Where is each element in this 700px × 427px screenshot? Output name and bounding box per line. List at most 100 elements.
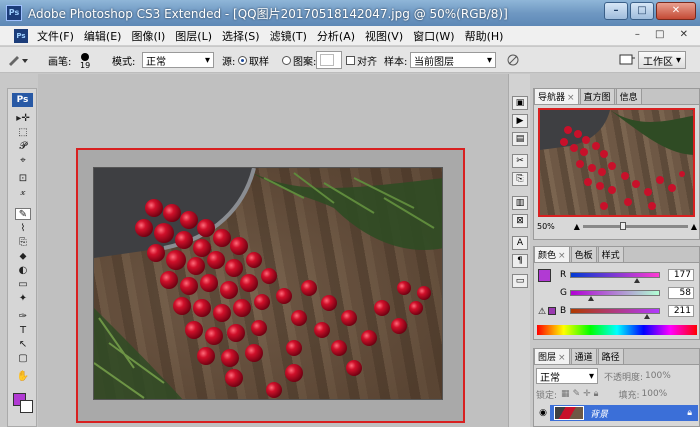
brush-preset-picker[interactable]: 19 bbox=[80, 47, 90, 73]
lock-all-icon[interactable]: 🔒︎ bbox=[594, 389, 599, 399]
stamp-tool-icon[interactable]: ⎘ bbox=[15, 237, 31, 249]
zoom-slider[interactable] bbox=[582, 221, 688, 230]
tab-channels[interactable]: 通道 bbox=[570, 348, 597, 364]
blend-mode-dropdown[interactable]: 正常 ▾ bbox=[536, 368, 598, 384]
lock-position-icon[interactable]: ✛ bbox=[583, 389, 591, 399]
eye-icon[interactable]: ◉ bbox=[536, 405, 550, 421]
tools-panel: Ps ▸✛ ⬚ 𝓟 ⌖ ⊡ 𝓍 ✎ ⌇ ⎘ ⬥ ◐ ▭ ✦ ✑ T ↖ ▢ ✋ bbox=[7, 88, 37, 427]
red-slider[interactable] bbox=[570, 272, 660, 278]
clone-source-icon[interactable]: ⎘ bbox=[512, 172, 528, 186]
menu-select[interactable]: 选择(S) bbox=[217, 28, 265, 44]
move-tool-icon[interactable]: ▸✛ bbox=[15, 113, 31, 125]
tab-histogram[interactable]: 直方图 bbox=[579, 88, 615, 104]
path-selection-tool-icon[interactable]: ↖ bbox=[15, 339, 31, 351]
menu-window[interactable]: 窗口(W) bbox=[408, 28, 459, 44]
opacity-value[interactable]: 100% bbox=[645, 371, 671, 381]
zoom-in-icon[interactable]: ▲ bbox=[691, 222, 697, 231]
color-foreground-swatch[interactable] bbox=[538, 269, 551, 282]
sample-dropdown[interactable]: 当前图层 ▾ bbox=[410, 52, 496, 68]
zoom-percent[interactable]: 50% bbox=[537, 222, 555, 231]
blue-slider-knob[interactable] bbox=[644, 314, 650, 319]
menu-analysis[interactable]: 分析(A) bbox=[312, 28, 360, 44]
tool-presets-icon[interactable]: ✂ bbox=[512, 154, 528, 168]
history-panel-icon[interactable]: ▤ bbox=[512, 132, 528, 146]
tab-styles[interactable]: 样式 bbox=[597, 246, 624, 262]
magic-wand-tool-icon[interactable]: ⌖ bbox=[15, 155, 31, 167]
menu-layer[interactable]: 图层(L) bbox=[170, 28, 217, 44]
history-brush-tool-icon[interactable]: ⬥ bbox=[15, 251, 31, 263]
color-spectrum-bar[interactable] bbox=[537, 325, 697, 335]
menu-image[interactable]: 图像(I) bbox=[126, 28, 170, 44]
info-panel-icon[interactable]: ▭ bbox=[512, 274, 528, 288]
shape-tool-icon[interactable]: ▢ bbox=[15, 353, 31, 365]
close-button[interactable]: ✕ bbox=[656, 2, 696, 20]
clone-stamp-preset-icon[interactable] bbox=[6, 47, 32, 73]
paragraph-panel-icon[interactable]: ¶ bbox=[512, 254, 528, 268]
minimize-button[interactable]: – bbox=[604, 2, 628, 20]
gamut-warning-icon[interactable]: ⚠ bbox=[538, 307, 546, 317]
screen-mode-icon[interactable] bbox=[618, 47, 636, 73]
mode-dropdown[interactable]: 正常 ▾ bbox=[142, 52, 214, 68]
type-tool-icon[interactable]: T bbox=[15, 325, 31, 337]
zoom-slider-knob[interactable] bbox=[619, 221, 626, 230]
eraser-tool-icon[interactable]: ◐ bbox=[15, 265, 31, 277]
tab-swatches[interactable]: 色板 bbox=[570, 246, 597, 262]
blue-value-field[interactable]: 211 bbox=[668, 305, 694, 317]
actions-panel-icon[interactable]: ▶ bbox=[512, 114, 528, 128]
menu-help[interactable]: 帮助(H) bbox=[460, 28, 509, 44]
color-tabs: 颜色 × 色板 样式 bbox=[534, 246, 699, 263]
close-icon[interactable]: × bbox=[558, 353, 566, 363]
tab-layers[interactable]: 图层 × bbox=[534, 348, 570, 364]
green-value-field[interactable]: 58 bbox=[668, 287, 694, 299]
tab-navigator[interactable]: 导航器 × bbox=[534, 88, 579, 104]
fill-value[interactable]: 100% bbox=[642, 389, 668, 399]
lock-transparent-icon[interactable]: ▦ bbox=[561, 389, 570, 399]
source-sampled-radio[interactable]: 取样 bbox=[238, 47, 269, 73]
lock-pixels-icon[interactable]: ✎ bbox=[573, 389, 581, 399]
pen-tool-icon[interactable]: ✑ bbox=[15, 311, 31, 323]
tab-color[interactable]: 颜色 × bbox=[534, 246, 570, 262]
source-pattern-radio[interactable]: 图案: bbox=[282, 47, 316, 73]
source-sampled-label: 取样 bbox=[249, 56, 269, 68]
menu-filter[interactable]: 滤镜(T) bbox=[265, 28, 312, 44]
crop-tool-icon[interactable]: ⊡ bbox=[15, 173, 31, 185]
menu-edit[interactable]: 编辑(E) bbox=[79, 28, 127, 44]
aligned-checkbox[interactable]: 对齐 bbox=[346, 47, 377, 73]
character-panel-icon[interactable]: A bbox=[512, 236, 528, 250]
navigator-thumbnail[interactable] bbox=[538, 108, 695, 217]
marquee-tool-icon[interactable]: ⬚ bbox=[15, 127, 31, 139]
blur-tool-icon[interactable]: ✦ bbox=[15, 293, 31, 305]
menu-file[interactable]: 文件(F) bbox=[32, 28, 79, 44]
document-window-controls[interactable]: – □ ✕ bbox=[635, 29, 694, 40]
close-icon[interactable]: × bbox=[558, 251, 566, 261]
workspace-button[interactable]: 工作区 ▾ bbox=[638, 51, 687, 69]
canvas-photo[interactable] bbox=[93, 167, 443, 400]
clone-stamp-tool-icon[interactable]: ✎ bbox=[15, 208, 31, 220]
green-slider-knob[interactable] bbox=[588, 296, 594, 301]
brush-panel-icon[interactable]: ▣ bbox=[512, 96, 528, 110]
tab-paths[interactable]: 路径 bbox=[597, 348, 624, 364]
gradient-tool-icon[interactable]: ▭ bbox=[15, 279, 31, 291]
layers-panel: 图层 × 通道 路径 正常 ▾ 不透明度: 100% 锁定: ▦ ✎ ✛ 🔒︎ 填… bbox=[533, 348, 700, 427]
red-value-field[interactable]: 177 bbox=[668, 269, 694, 281]
measurement-icon[interactable]: ⊠ bbox=[512, 214, 528, 228]
background-color-swatch[interactable] bbox=[20, 400, 33, 413]
layer-row-background[interactable]: ◉ 背景 🔒︎ bbox=[536, 405, 698, 421]
gamut-swatch[interactable] bbox=[548, 307, 556, 315]
green-slider[interactable] bbox=[570, 290, 660, 296]
brush-tool-icon[interactable]: ⌇ bbox=[15, 223, 31, 235]
maximize-button[interactable]: □ bbox=[630, 2, 654, 20]
photoshop-menu-icon[interactable]: Ps bbox=[14, 28, 28, 43]
layer-comps-icon[interactable]: ▥ bbox=[512, 196, 528, 210]
ignore-adjustment-icon[interactable] bbox=[506, 47, 520, 73]
zoom-out-icon[interactable]: ▲ bbox=[574, 222, 580, 231]
red-slider-knob[interactable] bbox=[634, 278, 640, 283]
tab-info[interactable]: 信息 bbox=[615, 88, 642, 104]
close-icon[interactable]: × bbox=[567, 93, 575, 103]
hand-tool-icon[interactable]: ✋ bbox=[15, 371, 31, 383]
menu-view[interactable]: 视图(V) bbox=[360, 28, 408, 44]
pattern-picker[interactable] bbox=[316, 51, 342, 69]
eyedropper-tool-icon[interactable]: 𝓍 bbox=[15, 187, 31, 199]
lasso-tool-icon[interactable]: 𝓟 bbox=[15, 141, 31, 153]
chevron-down-icon: ▾ bbox=[486, 54, 492, 66]
